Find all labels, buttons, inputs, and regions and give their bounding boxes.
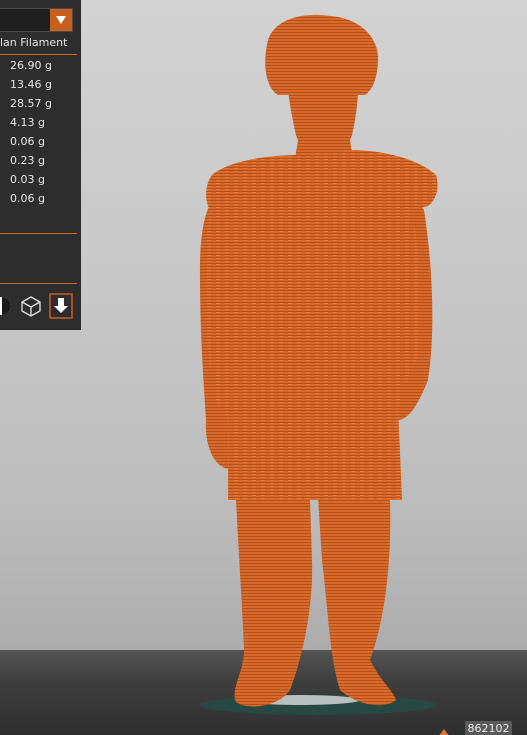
filament-name-label: lan Filament <box>0 36 68 49</box>
weight-value: 13.46 g <box>10 78 52 91</box>
weight-value: 28.57 g <box>10 97 52 110</box>
divider <box>0 233 77 234</box>
3d-viewport[interactable]: lan Filament 26.90 g 13.46 g 28.57 g 4.1… <box>0 0 527 735</box>
weight-value: 0.06 g <box>10 192 45 205</box>
weight-value: 0.06 g <box>10 135 45 148</box>
filament-dropdown[interactable] <box>0 8 73 32</box>
layer-down-icon[interactable] <box>49 293 73 319</box>
divider <box>0 283 77 284</box>
cube-outline-icon[interactable] <box>19 293 43 319</box>
weight-list: 26.90 g 13.46 g 28.57 g 4.13 g 0.06 g 0.… <box>10 59 52 211</box>
weight-value: 0.03 g <box>10 173 45 186</box>
material-panel: lan Filament 26.90 g 13.46 g 28.57 g 4.1… <box>0 0 81 330</box>
weight-value: 26.90 g <box>10 59 52 72</box>
weight-value: 0.23 g <box>10 154 45 167</box>
weight-value: 4.13 g <box>10 116 45 129</box>
figure-body <box>199 14 438 707</box>
divider <box>0 54 77 55</box>
axis-orientation-icon <box>439 729 449 735</box>
chevron-down-icon[interactable] <box>50 9 72 31</box>
status-count: 862102 <box>465 721 512 735</box>
